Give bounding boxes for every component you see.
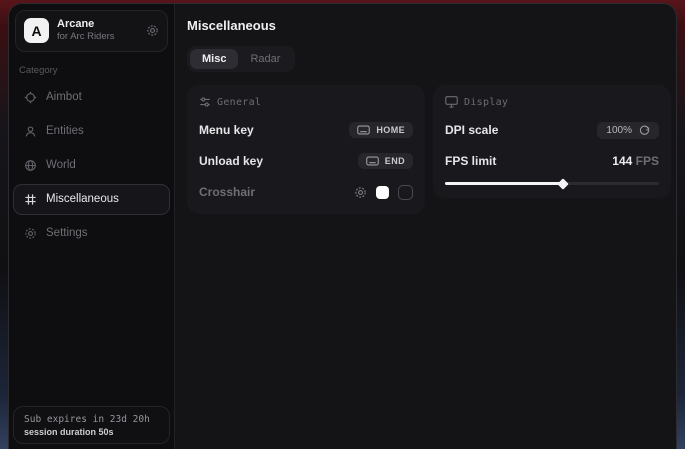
fps-unit: FPS — [636, 154, 659, 168]
sidebar-item-entities[interactable]: Entities — [13, 116, 170, 147]
main-content: Miscellaneous Misc Radar General Menu ke… — [175, 4, 677, 449]
dpi-scale-button[interactable]: 100% — [597, 122, 659, 139]
sidebar-item-label: World — [46, 159, 76, 171]
display-card: Display DPI scale 100% FPS limit — [433, 85, 671, 198]
crosshair-color-swatch[interactable] — [376, 186, 389, 199]
gear-icon[interactable] — [354, 186, 367, 199]
unload-key-button[interactable]: END — [358, 153, 413, 169]
dpi-scale-value: 100% — [606, 125, 632, 136]
dpi-scale-label: DPI scale — [445, 123, 498, 137]
sidebar-item-aimbot[interactable]: Aimbot — [13, 82, 170, 113]
sidebar: A Arcane for Arc Riders Category Aimbot — [9, 4, 175, 449]
display-card-title: Display — [464, 97, 508, 108]
session-duration-text: session duration 50s — [24, 427, 159, 437]
keyboard-icon — [357, 125, 370, 135]
category-label: Category — [19, 65, 164, 76]
dpi-scale-row: DPI scale 100% — [445, 121, 659, 139]
fps-slider-fill — [445, 182, 563, 185]
menu-key-value: HOME — [376, 125, 405, 135]
crosshair-label: Crosshair — [199, 185, 255, 199]
general-card: General Menu key HOME Unload key — [187, 85, 425, 214]
brand-logo: A — [24, 18, 49, 43]
gear-icon — [24, 227, 37, 240]
fps-limit-slider[interactable] — [445, 182, 659, 185]
sidebar-item-world[interactable]: World — [13, 150, 170, 181]
brand-subtitle: for Arc Riders — [57, 31, 138, 43]
brand-text: Arcane for Arc Riders — [57, 18, 138, 44]
fps-number: 144 — [612, 154, 632, 168]
display-card-header: Display — [445, 96, 659, 108]
general-card-header: General — [199, 96, 413, 108]
page-title: Miscellaneous — [187, 18, 671, 33]
unload-key-value: END — [385, 156, 405, 166]
crosshair-icon — [24, 91, 37, 104]
sidebar-item-label: Settings — [46, 227, 88, 239]
monitor-icon — [445, 96, 458, 108]
cards-row: General Menu key HOME Unload key — [187, 85, 671, 214]
sidebar-nav: Aimbot Entities World — [9, 79, 174, 249]
fps-slider-thumb[interactable] — [557, 178, 568, 189]
brand-card: A Arcane for Arc Riders — [15, 10, 168, 52]
fps-limit-row: FPS limit 144 FPS — [445, 152, 659, 170]
sidebar-item-settings[interactable]: Settings — [13, 218, 170, 249]
subscription-info-box: Sub expires in 23d 20h session duration … — [13, 406, 170, 444]
menu-key-button[interactable]: HOME — [349, 122, 413, 138]
sidebar-item-label: Entities — [46, 125, 84, 137]
crosshair-checkbox[interactable] — [398, 185, 413, 200]
sidebar-item-label: Aimbot — [46, 91, 82, 103]
general-card-title: General — [217, 97, 261, 108]
unload-key-label: Unload key — [199, 154, 263, 168]
tab-misc[interactable]: Misc — [190, 49, 238, 69]
sub-expiry-text: Sub expires in 23d 20h — [24, 414, 159, 425]
reset-icon — [639, 125, 650, 136]
sidebar-item-miscellaneous[interactable]: Miscellaneous — [13, 184, 170, 215]
crosshair-controls — [354, 185, 413, 200]
tab-radar[interactable]: Radar — [238, 49, 292, 69]
unload-key-row: Unload key END — [199, 152, 413, 170]
fps-limit-label: FPS limit — [445, 154, 496, 168]
grid-icon — [24, 193, 37, 206]
entities-icon — [24, 125, 37, 138]
sliders-icon — [199, 96, 211, 108]
fps-limit-value: 144 FPS — [612, 154, 659, 168]
sidebar-item-label: Miscellaneous — [46, 193, 119, 205]
crosshair-row: Crosshair — [199, 183, 413, 201]
app-window: A Arcane for Arc Riders Category Aimbot — [8, 3, 677, 449]
brand-title: Arcane — [57, 18, 138, 31]
globe-icon — [24, 159, 37, 172]
menu-key-label: Menu key — [199, 123, 254, 137]
keyboard-icon — [366, 156, 379, 166]
menu-key-row: Menu key HOME — [199, 121, 413, 139]
gear-icon[interactable] — [146, 24, 159, 37]
tab-bar: Misc Radar — [187, 46, 295, 72]
